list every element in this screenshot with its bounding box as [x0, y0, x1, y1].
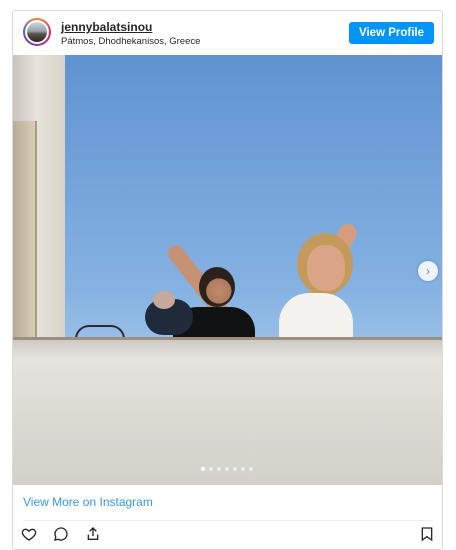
woman-face [307, 245, 345, 291]
post-photo[interactable]: › [13, 55, 442, 485]
parapet-wall [13, 337, 442, 485]
carousel-dot [249, 467, 253, 471]
carousel-dots [201, 467, 253, 471]
instagram-embed-card: jennybalatsinou Pátmos, Dhodhekanisos, G… [12, 10, 443, 550]
post-header: jennybalatsinou Pátmos, Dhodhekanisos, G… [13, 11, 442, 55]
chevron-right-icon: › [426, 264, 430, 278]
carousel-dot [217, 467, 221, 471]
carousel-dot [225, 467, 229, 471]
baby-head [153, 291, 175, 309]
comment-icon[interactable] [53, 526, 69, 542]
carousel-dot [201, 467, 205, 471]
view-more-link[interactable]: View More on Instagram [23, 495, 153, 509]
action-bar [21, 526, 435, 546]
divider [23, 520, 433, 521]
next-slide-button[interactable]: › [418, 261, 438, 281]
carousel-dot [233, 467, 237, 471]
share-icon[interactable] [85, 526, 101, 542]
carousel-dot [209, 467, 213, 471]
carousel-dot [241, 467, 245, 471]
heart-icon[interactable] [21, 526, 37, 542]
woman-figure [279, 293, 353, 339]
doorframe [13, 121, 37, 337]
bookmark-icon[interactable] [419, 526, 435, 542]
view-profile-button[interactable]: View Profile [349, 22, 434, 44]
username-link[interactable]: jennybalatsinou [61, 20, 152, 34]
location-text[interactable]: Pátmos, Dhodhekanisos, Greece [61, 36, 200, 47]
man-head [199, 267, 235, 307]
avatar-photo [27, 22, 47, 42]
avatar[interactable] [23, 18, 51, 46]
